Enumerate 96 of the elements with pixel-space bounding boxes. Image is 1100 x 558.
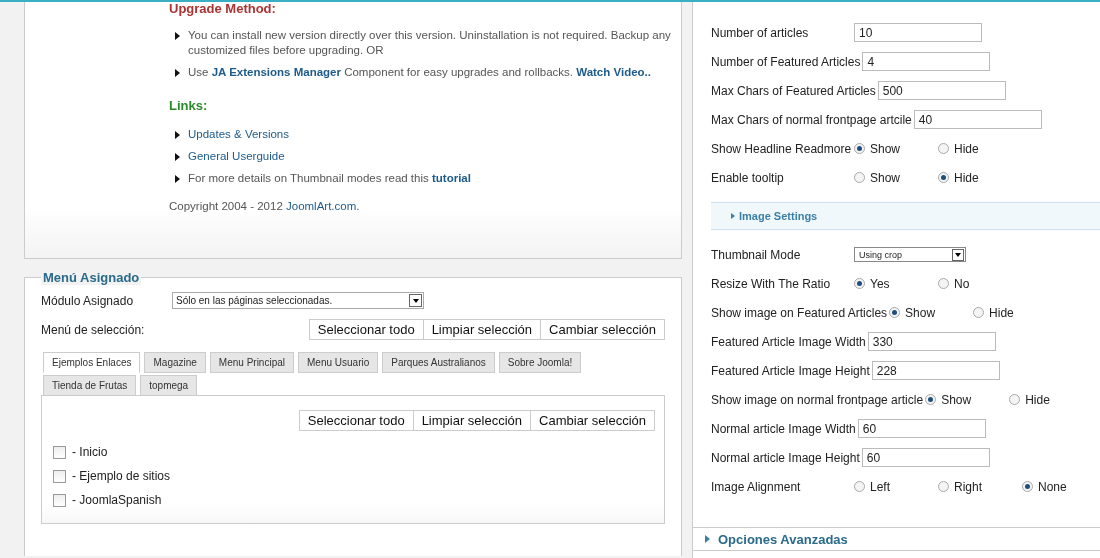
field-label: Módulo Asignado (41, 293, 135, 308)
field-label: Max Chars of normal frontpage artcile (711, 112, 912, 127)
menu-tab[interactable]: topmega (140, 375, 198, 396)
radio-button[interactable] (1022, 481, 1033, 492)
menu-tab[interactable]: Menu Usuario (298, 352, 379, 373)
field-label: Number of articles (711, 25, 810, 40)
list-text: You can install new version directly over this version. Uninstallation is not required. Backup any customized files before upgrading. OR (188, 28, 672, 58)
menu-tab[interactable]: Menu Principal (209, 352, 294, 373)
text-field[interactable]: 330 (867, 332, 996, 351)
field-label: Enable tooltip (711, 170, 785, 185)
radio-label: Show (941, 392, 972, 407)
field-label: Thumbnail Mode (711, 247, 802, 262)
accordion-title: Opciones Avanzadas (718, 531, 848, 547)
text-field[interactable]: 60 (861, 448, 990, 467)
text-field[interactable]: 10 (854, 23, 982, 42)
checkbox-label: - Ejemplo de sitios (72, 469, 171, 483)
action-button[interactable]: Cambiar selección (540, 319, 665, 340)
radio-label: Hide (989, 305, 1014, 320)
action-button[interactable]: Seleccionar todo (298, 410, 414, 431)
menu-tab[interactable]: Magazine (144, 352, 206, 373)
action-button[interactable]: Limpiar selección (412, 410, 532, 431)
radio-button[interactable] (854, 278, 865, 289)
radio-button[interactable] (938, 172, 949, 183)
expand-arrow-icon (705, 535, 710, 543)
section-title: Image Settings (739, 210, 818, 222)
section-header-bar[interactable]: Image Settings (711, 202, 1100, 230)
field-label: Resize With The Ratio (711, 276, 832, 291)
radio-label: None (1038, 479, 1067, 494)
fieldset-legend: Menú Asignado (41, 270, 142, 285)
radio-label: Show (870, 170, 901, 185)
field-label: Featured Article Image Width (711, 334, 866, 349)
radio-label: Show (870, 141, 901, 156)
list-text: For more details on Thumbnail modes read this tutorial (188, 171, 471, 186)
copyright-text: Copyright 2004 - 2012 JoomlArt.com. (169, 200, 361, 212)
module-select[interactable]: Sólo en las páginas seleccionadas. (172, 292, 424, 309)
text-field[interactable]: 60 (857, 419, 986, 438)
field-label: Normal article Image Height (711, 450, 860, 465)
radio-button[interactable] (1009, 394, 1021, 405)
bullet-arrow-icon (175, 32, 180, 40)
radio-button[interactable] (938, 143, 949, 154)
text-field[interactable]: 500 (877, 81, 1006, 100)
radio-label: Show (905, 305, 936, 320)
checkbox[interactable] (53, 445, 66, 459)
text-field[interactable]: 4 (862, 52, 991, 71)
field-label: Featured Article Image Height (711, 363, 870, 378)
radio-label: Yes (870, 276, 890, 291)
radio-label: No (954, 276, 970, 291)
radio-label: Right (954, 479, 982, 494)
menu-tab[interactable]: Parques Australianos (382, 352, 495, 373)
field-label: Image Alignment (711, 479, 802, 494)
bullet-arrow-icon (175, 131, 180, 139)
radio-button[interactable] (854, 172, 865, 183)
text-link[interactable]: tutorial (431, 172, 471, 184)
text-field[interactable]: 228 (871, 361, 1000, 380)
action-button[interactable]: Cambiar selección (530, 410, 655, 431)
bullet-arrow-icon (175, 69, 180, 77)
radio-label: Left (870, 479, 890, 494)
thumbnail-mode-select[interactable]: Using crop (854, 247, 966, 262)
text-link[interactable]: Watch Video.. (576, 66, 651, 78)
radio-button[interactable] (973, 307, 985, 318)
section-heading: Upgrade Method: (169, 2, 277, 16)
menu-tab[interactable]: Sobre Joomla! (498, 352, 582, 373)
bullet-arrow-icon (175, 175, 180, 183)
section-heading: Links: (169, 98, 209, 113)
radio-button[interactable] (925, 394, 937, 405)
bullet-arrow-icon (175, 153, 180, 161)
checkbox[interactable] (53, 469, 66, 483)
radio-button[interactable] (854, 481, 865, 492)
checkbox-label: - JoomlaSpanish (72, 493, 162, 507)
field-label: Show Headline Readmore (711, 141, 852, 156)
field-label: Number of Featured Articles (711, 54, 861, 69)
text-field[interactable]: 40 (913, 110, 1042, 129)
text-link[interactable]: Updates & Versions (188, 127, 289, 142)
radio-button[interactable] (938, 481, 949, 492)
accordion-header[interactable]: Opciones Avanzadas (693, 527, 1100, 551)
text-link[interactable]: General Userguide (188, 149, 285, 164)
field-label: Menú de selección: (41, 322, 146, 337)
menu-tab[interactable]: Ejemplos Enlaces (43, 352, 141, 373)
list-text: Use JA Extensions Manager Component for easy upgrades and rollbacks. Watch Video.. (188, 65, 651, 80)
radio-label: Hide (1025, 392, 1050, 407)
action-button[interactable]: Limpiar selección (422, 319, 542, 340)
radio-button[interactable] (854, 143, 865, 154)
radio-label: Hide (954, 141, 979, 156)
field-label: Show image on Featured Articles (711, 305, 888, 320)
action-button[interactable]: Seleccionar todo (308, 319, 424, 340)
checkbox-label: - Inicio (72, 445, 108, 459)
expand-arrow-icon (731, 213, 735, 219)
text-link[interactable]: JA Extensions Manager (211, 66, 341, 78)
radio-button[interactable] (938, 278, 949, 289)
field-label: Max Chars of Featured Articles (711, 83, 876, 98)
menu-tab[interactable]: Tienda de Frutas (43, 375, 137, 396)
checkbox[interactable] (53, 493, 66, 507)
field-label: Show image on normal frontpage article (711, 392, 924, 407)
field-label: Normal article Image Width (711, 421, 856, 436)
radio-button[interactable] (889, 307, 901, 318)
radio-label: Hide (954, 170, 979, 185)
